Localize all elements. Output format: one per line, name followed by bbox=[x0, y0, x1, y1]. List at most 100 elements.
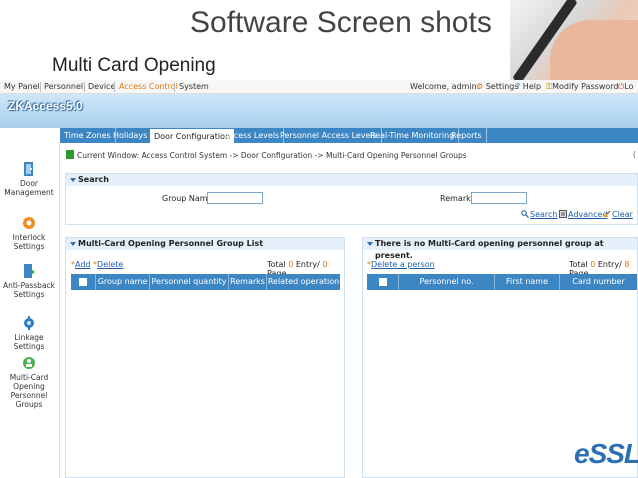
sidebar-item-label: Door Management bbox=[4, 179, 54, 197]
welcome-text: Welcome, admin. bbox=[410, 82, 480, 91]
help-icon: ? bbox=[516, 82, 521, 91]
search-button-label: Search bbox=[530, 210, 558, 219]
personnel-table-header: Personnel no. First name Card number bbox=[367, 274, 637, 290]
select-all-column bbox=[367, 274, 399, 290]
advanced-button[interactable]: Advanced bbox=[559, 210, 608, 219]
sidebar-item-label: Linkage Settings bbox=[13, 333, 45, 351]
breadcrumb-text: Current Window: Access Control System ->… bbox=[77, 151, 467, 160]
modify-password-label: Modify Password bbox=[552, 82, 619, 91]
modify-password-link[interactable]: ⚿Modify Password bbox=[546, 82, 619, 92]
settings-label: Settings bbox=[485, 82, 519, 91]
tab-bar: Time Zones Holidays Door Configuration A… bbox=[60, 128, 638, 143]
essl-logo: eSSL bbox=[574, 438, 638, 469]
sidebar-item-interlock-settings[interactable]: Interlock Settings bbox=[0, 215, 58, 251]
tab-holidays[interactable]: Holidays bbox=[109, 128, 153, 143]
collapse-caret-icon bbox=[367, 242, 373, 246]
door-icon bbox=[24, 162, 33, 176]
slide-subtitle: Multi Card Opening bbox=[52, 55, 216, 76]
menu-separator bbox=[84, 82, 85, 92]
tab-real-time-monitoring[interactable]: Real-Time Monitoring bbox=[366, 128, 460, 143]
sidebar-item-label: Multi-Card Opening Personnel Groups bbox=[9, 373, 49, 409]
collapse-caret-icon bbox=[70, 178, 76, 182]
sidebar-item-label: Anti-Passback Settings bbox=[2, 281, 56, 299]
add-group-link[interactable]: Add bbox=[75, 260, 91, 269]
delete-person-link[interactable]: Delete a person bbox=[371, 260, 435, 269]
search-button[interactable]: Search bbox=[521, 210, 557, 219]
column-personnel-no[interactable]: Personnel no. bbox=[399, 274, 495, 290]
advanced-button-label: Advanced bbox=[568, 210, 608, 219]
group-list-header[interactable]: Multi-Card Opening Personnel Group List bbox=[66, 238, 344, 250]
breadcrumb: Current Window: Access Control System ->… bbox=[66, 150, 467, 160]
help-link[interactable]: ? Help bbox=[516, 82, 541, 91]
group-list-panel: Multi-Card Opening Personnel Group List … bbox=[65, 237, 345, 478]
column-group-name[interactable]: Group name bbox=[96, 274, 150, 290]
personnel-toolbar: *Delete a person bbox=[367, 260, 435, 269]
logout-label: Lo bbox=[624, 82, 634, 91]
menu-system[interactable]: System bbox=[179, 82, 209, 91]
column-related-operation[interactable]: Related operation bbox=[267, 274, 340, 290]
settings-icon: ⚙ bbox=[476, 82, 484, 91]
magnifier-icon bbox=[521, 210, 529, 218]
column-card-number[interactable]: Card number bbox=[560, 274, 637, 290]
column-remarks[interactable]: Remarks bbox=[229, 274, 267, 290]
clear-button-label: Clear bbox=[612, 210, 633, 219]
menu-separator bbox=[174, 82, 175, 92]
search-panel-header[interactable]: Search bbox=[66, 174, 637, 186]
column-personnel-quantity[interactable]: Personnel quantity bbox=[150, 274, 229, 290]
tab-reports[interactable]: Reports bbox=[447, 128, 487, 143]
personnel-panel-header[interactable]: There is no Multi-Card opening personnel… bbox=[363, 238, 637, 260]
sidebar: Door Management Interlock Settings Anti-… bbox=[0, 143, 60, 478]
app-logo: ZKAccess5.0 bbox=[8, 99, 83, 113]
flag-icon bbox=[66, 150, 74, 159]
select-all-column bbox=[71, 274, 96, 290]
tab-time-zones[interactable]: Time Zones bbox=[60, 128, 116, 143]
sidebar-item-linkage-settings[interactable]: Linkage Settings bbox=[0, 315, 58, 351]
hand-image bbox=[550, 20, 638, 80]
group-name-input[interactable] bbox=[207, 192, 263, 204]
collapse-caret-icon bbox=[70, 242, 76, 246]
remarks-input[interactable] bbox=[471, 192, 527, 204]
delete-group-link[interactable]: Delete bbox=[97, 260, 123, 269]
tab-access-levels[interactable]: Access Levels bbox=[220, 128, 285, 143]
total-prefix: Total bbox=[267, 260, 289, 269]
slide-title: Software Screen shots bbox=[190, 6, 492, 39]
menu-device[interactable]: Device bbox=[88, 82, 115, 91]
total-mid: Entry/ bbox=[595, 260, 625, 269]
header-banner: ZKAccess5.0 bbox=[0, 94, 638, 128]
top-menu: My Panel Personnel Device Access Control… bbox=[0, 80, 638, 94]
total-mid: Entry/ bbox=[293, 260, 323, 269]
app-window: My Panel Personnel Device Access Control… bbox=[0, 80, 638, 478]
linkage-icon bbox=[24, 316, 34, 330]
interlock-icon bbox=[23, 217, 35, 229]
logout-link[interactable]: ⏻Lo bbox=[618, 82, 634, 92]
advanced-search-icon bbox=[559, 210, 567, 218]
group-list-title: Multi-Card Opening Personnel Group List bbox=[78, 239, 264, 248]
select-all-checkbox[interactable] bbox=[379, 278, 387, 286]
sidebar-item-anti-passback-settings[interactable]: Anti-Passback Settings bbox=[0, 263, 58, 299]
help-label: Help bbox=[522, 82, 542, 91]
menu-personnel[interactable]: Personnel bbox=[44, 82, 83, 91]
anti-passback-icon bbox=[24, 264, 35, 278]
menu-separator bbox=[114, 82, 115, 92]
multi-card-icon bbox=[23, 357, 35, 369]
group-list-table-header: Group name Personnel quantity Remarks Re… bbox=[71, 274, 340, 290]
pen-hand-photo bbox=[510, 0, 638, 80]
breadcrumb-right-mark: ( bbox=[632, 150, 636, 159]
select-all-checkbox[interactable] bbox=[79, 278, 87, 286]
column-first-name[interactable]: First name bbox=[495, 274, 560, 290]
sidebar-item-multi-card-opening[interactable]: Multi-Card Opening Personnel Groups bbox=[0, 355, 58, 409]
group-list-toolbar: *Add *Delete bbox=[71, 260, 123, 269]
menu-separator bbox=[40, 82, 41, 92]
total-page-count: 8 bbox=[624, 260, 630, 269]
search-panel-title: Search bbox=[78, 175, 109, 184]
menu-access-control[interactable]: Access Control bbox=[119, 82, 178, 91]
personnel-panel-title: There is no Multi-Card opening personnel… bbox=[375, 239, 604, 260]
total-prefix: Total bbox=[569, 260, 591, 269]
sidebar-item-label: Interlock Settings bbox=[12, 233, 46, 251]
broom-icon bbox=[604, 210, 611, 217]
menu-my-panel[interactable]: My Panel bbox=[4, 82, 40, 91]
search-panel: Search Group Name: Remarks: Search Advan… bbox=[65, 173, 638, 225]
sidebar-item-door-management[interactable]: Door Management bbox=[0, 161, 58, 197]
clear-button[interactable]: Clear bbox=[603, 210, 633, 219]
settings-link[interactable]: ⚙ Settings bbox=[476, 82, 519, 91]
